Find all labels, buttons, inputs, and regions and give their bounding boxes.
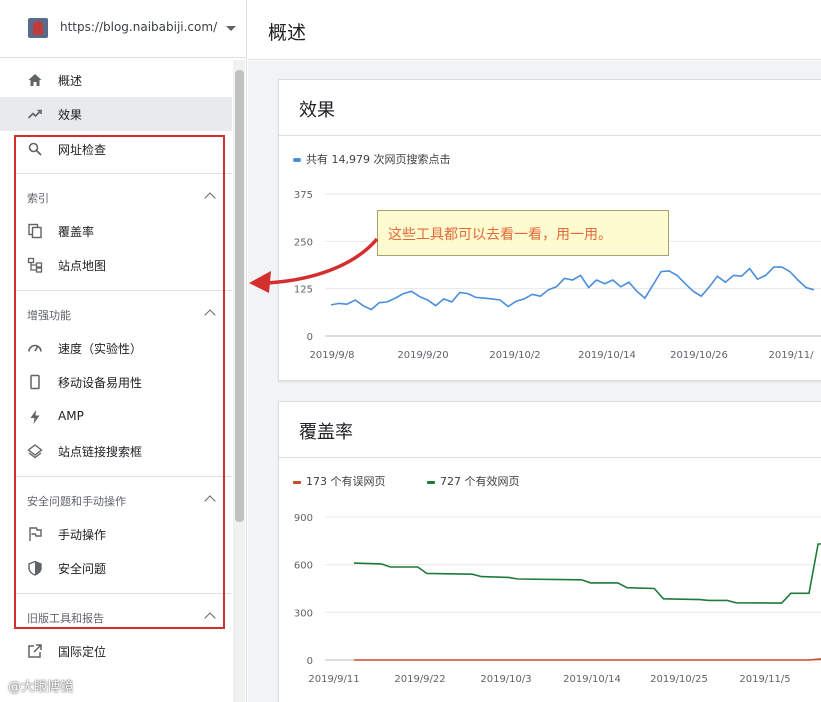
property-selector[interactable]: https://blog.naibabiji.com/ (0, 0, 247, 58)
legend-swatch (293, 480, 301, 484)
sidebar-item-label: 效果 (58, 108, 83, 122)
divider (279, 457, 821, 458)
performance-legend: 共有 14,979 次网页搜索点击 (293, 151, 450, 167)
app-frame: https://blog.naibabiji.com/ 概述 效果 网址检查 索引 覆盖… (0, 0, 821, 702)
coverage-card[interactable]: 覆盖率 173 个有误网页 727 个有效网页 0 300 600 900 2019/9/… (278, 401, 821, 702)
trending-up-icon (27, 106, 43, 122)
legend-item: 727 个有效网页 (427, 473, 520, 489)
x-tick-label: 2019/10/25 (650, 674, 708, 685)
sidebar-item-label: 国际定位 (58, 645, 107, 659)
legend-label: 共有 14,979 次网页搜索点击 (306, 153, 451, 166)
x-tick-label: 2019/11/5 (739, 674, 790, 685)
x-tick-label: 2019/10/2 (489, 350, 540, 361)
x-tick-label: 2019/10/14 (563, 674, 621, 685)
home-icon (27, 72, 43, 88)
sidebar-item-label: 概述 (58, 74, 83, 88)
y-tick-label: 0 (307, 332, 313, 343)
y-tick-label: 600 (294, 561, 313, 572)
property-url: https://blog.naibabiji.com/ (60, 20, 218, 34)
legend-item: 173 个有误网页 (293, 473, 386, 489)
site-avatar-icon (28, 18, 48, 38)
page-title: 概述 (268, 22, 307, 44)
y-tick-label: 900 (294, 513, 313, 524)
y-tick-label: 375 (294, 190, 313, 201)
annotation-highlight-box (14, 135, 225, 629)
x-tick-label: 2019/10/26 (670, 350, 728, 361)
y-tick-label: 0 (307, 656, 313, 667)
performance-card-title: 效果 (299, 100, 335, 121)
annotation-arrow-icon (249, 237, 379, 293)
legend-swatch (427, 480, 435, 484)
x-tick-label: 2019/9/11 (308, 674, 359, 685)
sidebar: https://blog.naibabiji.com/ 概述 效果 网址检查 索引 覆盖… (0, 0, 247, 702)
legend-label: 173 个有误网页 (306, 475, 386, 488)
y-tick-label: 300 (294, 608, 313, 619)
scrollbar-thumb[interactable] (235, 70, 244, 522)
x-tick-label: 2019/11/ (769, 350, 815, 361)
x-tick-label: 2019/10/3 (480, 674, 531, 685)
chevron-down-icon[interactable] (226, 26, 236, 31)
watermark: @大眼博镜 (8, 680, 74, 695)
series-line (354, 658, 821, 661)
sidebar-item[interactable]: 效果 (0, 97, 232, 131)
coverage-card-title: 覆盖率 (299, 422, 353, 443)
series-line (353, 543, 821, 604)
divider (279, 135, 821, 136)
coverage-chart: 0 300 600 900 2019/9/11 2019/9/22 2019/10/3 201… (294, 513, 821, 685)
x-tick-label: 2019/9/8 (310, 350, 355, 361)
external-link-icon (27, 643, 43, 659)
legend-swatch (293, 158, 301, 162)
x-tick-label: 2019/9/22 (394, 674, 445, 685)
sidebar-item[interactable]: 国际定位 (0, 634, 232, 668)
legend-label: 727 个有效网页 (440, 475, 520, 488)
x-tick-label: 2019/9/20 (397, 350, 448, 361)
header: 概述 (248, 0, 821, 60)
sidebar-item[interactable]: 概述 (0, 63, 232, 97)
x-tick-label: 2019/10/14 (578, 350, 636, 361)
callout-text: 这些工具都可以去看一看，用一用。 (388, 227, 612, 243)
annotation-callout: 这些工具都可以去看一看，用一用。 (377, 210, 669, 256)
